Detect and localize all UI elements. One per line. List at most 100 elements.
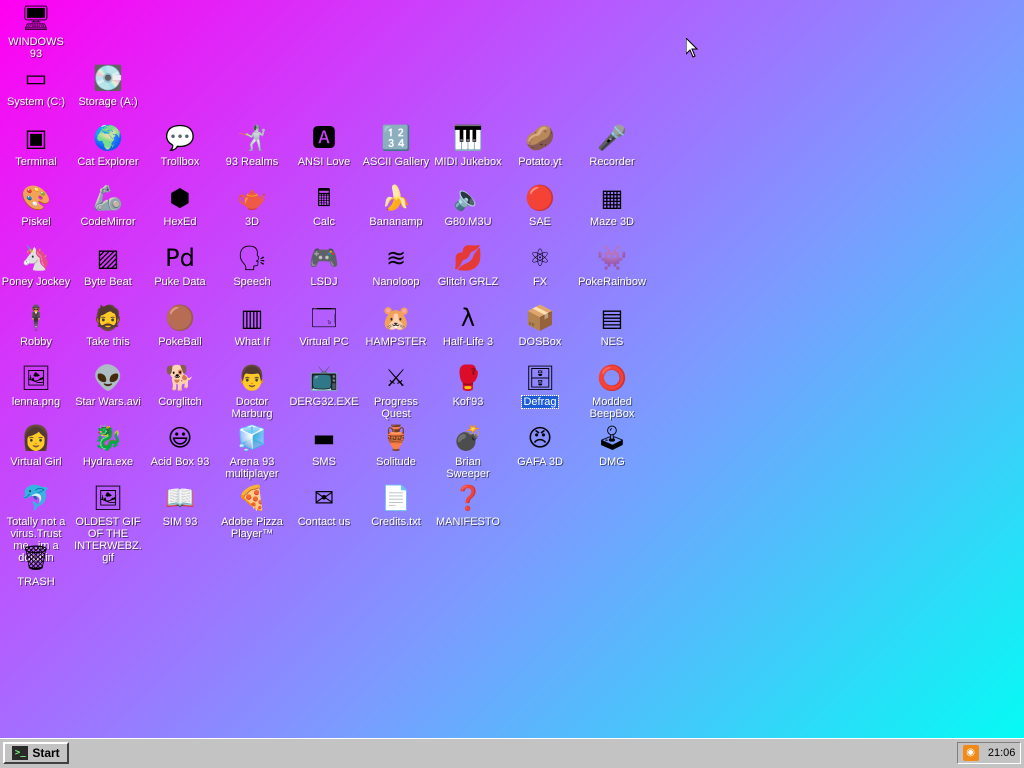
desktop-icon-monitor-face[interactable]: 📺 DERG32.EXE xyxy=(288,362,360,408)
pokeball-icon: 🟤 xyxy=(165,304,195,332)
desktop-icon-chat-bubble[interactable]: 💬 Trollbox xyxy=(144,122,216,168)
desktop-icon-ansi-pen[interactable]: 🅰 ANSI Love xyxy=(288,122,360,168)
desktop-icon-gameboy[interactable]: 🕹 DMG xyxy=(576,422,648,468)
desktop-icon-label: Puke Data xyxy=(154,276,206,288)
desktop-icon-pixel-man[interactable]: 🧔 Take this xyxy=(72,302,144,348)
desktop-icon-atom[interactable]: ⚛ FX xyxy=(504,242,576,288)
maze-icon: ▦ xyxy=(600,184,624,212)
desktop-icon-audio-file[interactable]: 🔈 G80.M3U xyxy=(432,182,504,228)
desktop-icon-face-speech[interactable]: 🗣 Speech xyxy=(216,242,288,288)
desktop-icon-defrag[interactable]: 🗄 Defrag xyxy=(504,362,576,409)
desktop-icon-dosbox[interactable]: 📦 DOSBox xyxy=(504,302,576,348)
desktop-icon-maze[interactable]: ▦ Maze 3D xyxy=(576,182,648,228)
hamster-icon: 🐹 xyxy=(381,304,411,332)
desktop-icon-letter-pen[interactable]: ✉ Contact us xyxy=(288,482,360,528)
desktop-icon-hamster[interactable]: 🐹 HAMPSTER xyxy=(360,302,432,348)
desktop-icon-drive[interactable]: ▭ System (C:) xyxy=(0,62,72,108)
desktop-icon-bytebeat[interactable]: ▨ Byte Beat xyxy=(72,242,144,288)
desktop-icon-label: MANIFESTO xyxy=(436,516,500,528)
desktop-icon-label: Credits.txt xyxy=(371,516,421,528)
desktop-icon-fighter[interactable]: 🥊 Kof'93 xyxy=(432,362,504,408)
desktop-icon-mine[interactable]: 💣 Brian Sweeper xyxy=(432,422,504,480)
defrag-icon: 🗄 xyxy=(524,364,556,392)
desktop-icon-window[interactable]: 🗔 Virtual PC xyxy=(288,302,360,348)
doctor-icon: 👨 xyxy=(237,364,267,392)
desktop-icon-yoda[interactable]: 👽 Star Wars.avi xyxy=(72,362,144,408)
desktop-icon-calculator[interactable]: 🖩 Calc xyxy=(288,182,360,228)
desktop-icon-label: LSDJ xyxy=(310,276,338,288)
desktop-icon-pony[interactable]: 🦄 Poney Jockey xyxy=(0,242,72,288)
desktop-icon-label: G80.M3U xyxy=(444,216,492,228)
desktop-icon-waveform[interactable]: ≋ Nanoloop xyxy=(360,242,432,288)
desktop-icon-codemirror[interactable]: 🦾 CodeMirror xyxy=(72,182,144,228)
start-icon: >_ xyxy=(12,746,29,760)
desktop-icon-checkered-ball[interactable]: 🔴 SAE xyxy=(504,182,576,228)
desktop-icon-label: Corglitch xyxy=(158,396,202,408)
desktop-icon-cat-globe[interactable]: 🌍 Cat Explorer xyxy=(72,122,144,168)
desktop-icon-terminal[interactable]: ▣ Terminal xyxy=(0,122,72,168)
desktop[interactable]: 🖥 WINDOWS 93 ▭ System (C:) 💽 Storage (A:) ▣ Ter… xyxy=(0,0,1024,738)
desktop-icon-floppy-drive[interactable]: 💽 Storage (A:) xyxy=(72,62,144,108)
desktop-icon-lsdj[interactable]: 🎮 LSDJ xyxy=(288,242,360,288)
desktop-icon-label: Acid Box 93 xyxy=(150,456,210,468)
pizza-icon: 🍕 xyxy=(237,484,267,512)
desktop-icon-label: Doctor Marburg xyxy=(231,396,273,420)
desktop-icon-stick-figure[interactable]: 🕴 Robby xyxy=(0,302,72,348)
rss-icon[interactable]: ◉ xyxy=(962,745,979,761)
desktop-icon-ring[interactable]: ⭕ Modded BeepBox xyxy=(576,362,648,420)
desktop-icon-jar[interactable]: 🏺 Solitude xyxy=(360,422,432,468)
waveform-icon: ≋ xyxy=(385,244,407,272)
clock[interactable]: 21:06 xyxy=(988,747,1016,759)
desktop-icon-label: CodeMirror xyxy=(80,216,136,228)
dosbox-icon: 📦 xyxy=(525,304,555,332)
desktop-icon-image-file[interactable]: 🖼 lenna.png xyxy=(0,362,72,408)
desktop-icon-cube[interactable]: ⬢ HexEd xyxy=(144,182,216,228)
desktop-icon-teapot[interactable]: 🫖 3D xyxy=(216,182,288,228)
desktop-icon-label: FX xyxy=(532,276,548,288)
desktop-icon-label: Potato.yt xyxy=(518,156,562,168)
desktop-icon-label: PokeBall xyxy=(158,336,202,348)
desktop-icon-puredata[interactable]: Pd Puke Data xyxy=(144,242,216,288)
desktop-icon-question-mark[interactable]: ❓ MANIFESTO xyxy=(432,482,504,528)
desktop-icon-label: Hydra.exe xyxy=(82,456,134,468)
banana-icon: 🍌 xyxy=(381,184,411,212)
desktop-icon-recycle-bin[interactable]: 🗑 TRASH xyxy=(0,542,72,588)
desktop-icon-nes-console[interactable]: ▤ NES xyxy=(576,302,648,348)
desktop-icon-lambda[interactable]: λ Half-Life 3 xyxy=(432,302,504,348)
desktop-icon-girl-face[interactable]: 👩 Virtual Girl xyxy=(0,422,72,468)
desktop-icon-barcode[interactable]: ▥ What If xyxy=(216,302,288,348)
letter-pen-icon: ✉ xyxy=(313,484,335,512)
desktop-icon-smiley[interactable]: 😃 Acid Box 93 xyxy=(144,422,216,468)
desktop-icon-knight[interactable]: 🤺 93 Realms xyxy=(216,122,288,168)
cat-globe-icon: 🌍 xyxy=(93,124,123,152)
desktop-icon-doctor[interactable]: 👨 Doctor Marburg xyxy=(216,362,288,420)
monitor-face-icon: 📺 xyxy=(309,364,339,392)
desktop-icon-computer[interactable]: 🖥 WINDOWS 93 xyxy=(0,2,72,60)
desktop-icon-crossed-swords[interactable]: ⚔ Progress Quest xyxy=(360,362,432,420)
desktop-icon-label: lenna.png xyxy=(11,396,61,408)
desktop-icon-pokeball[interactable]: 🟤 PokeBall xyxy=(144,302,216,348)
desktop-icon-microphone[interactable]: 🎤 Recorder xyxy=(576,122,648,168)
desktop-icon-palette[interactable]: 🎨 Piskel xyxy=(0,182,72,228)
desktop-icon-colored-cube[interactable]: 🧊 Arena 93 multiplayer xyxy=(216,422,288,480)
system-tray: ◉ 21:06 xyxy=(957,742,1021,764)
desktop-icon-gif-file[interactable]: 🖼 OLDEST GIF OF THE INTERWEBZ.gif xyxy=(72,482,144,564)
checkered-ball-icon: 🔴 xyxy=(525,184,555,212)
desktop-icon-doom-face[interactable]: 😠 GAFA 3D xyxy=(504,422,576,468)
desktop-icon-ascii-numbers[interactable]: 🔢 ASCII Gallery xyxy=(360,122,432,168)
desktop-icon-sms-console[interactable]: ▬ SMS xyxy=(288,422,360,468)
mine-icon: 💣 xyxy=(453,424,483,452)
start-button[interactable]: >_ Start xyxy=(3,742,69,764)
desktop-icon-corgi[interactable]: 🐕 Corglitch xyxy=(144,362,216,408)
desktop-icon-piano[interactable]: 🎹 MIDI Jukebox xyxy=(432,122,504,168)
desktop-icon-label: PokeRainbow xyxy=(578,276,646,288)
desktop-icon-hydra[interactable]: 🐉 Hydra.exe xyxy=(72,422,144,468)
desktop-icon-potato[interactable]: 🥔 Potato.yt xyxy=(504,122,576,168)
desktop-icon-pizza[interactable]: 🍕 Adobe Pizza Player™ xyxy=(216,482,288,540)
desktop-icon-text-file[interactable]: 📄 Credits.txt xyxy=(360,482,432,528)
desktop-icon-label: Nanoloop xyxy=(372,276,420,288)
desktop-icon-banana[interactable]: 🍌 Bananamp xyxy=(360,182,432,228)
desktop-icon-book[interactable]: 📖 SIM 93 xyxy=(144,482,216,528)
desktop-icon-lips[interactable]: 💋 Glitch GRLZ xyxy=(432,242,504,288)
desktop-icon-pokerainbow[interactable]: 👾 PokeRainbow xyxy=(576,242,648,288)
